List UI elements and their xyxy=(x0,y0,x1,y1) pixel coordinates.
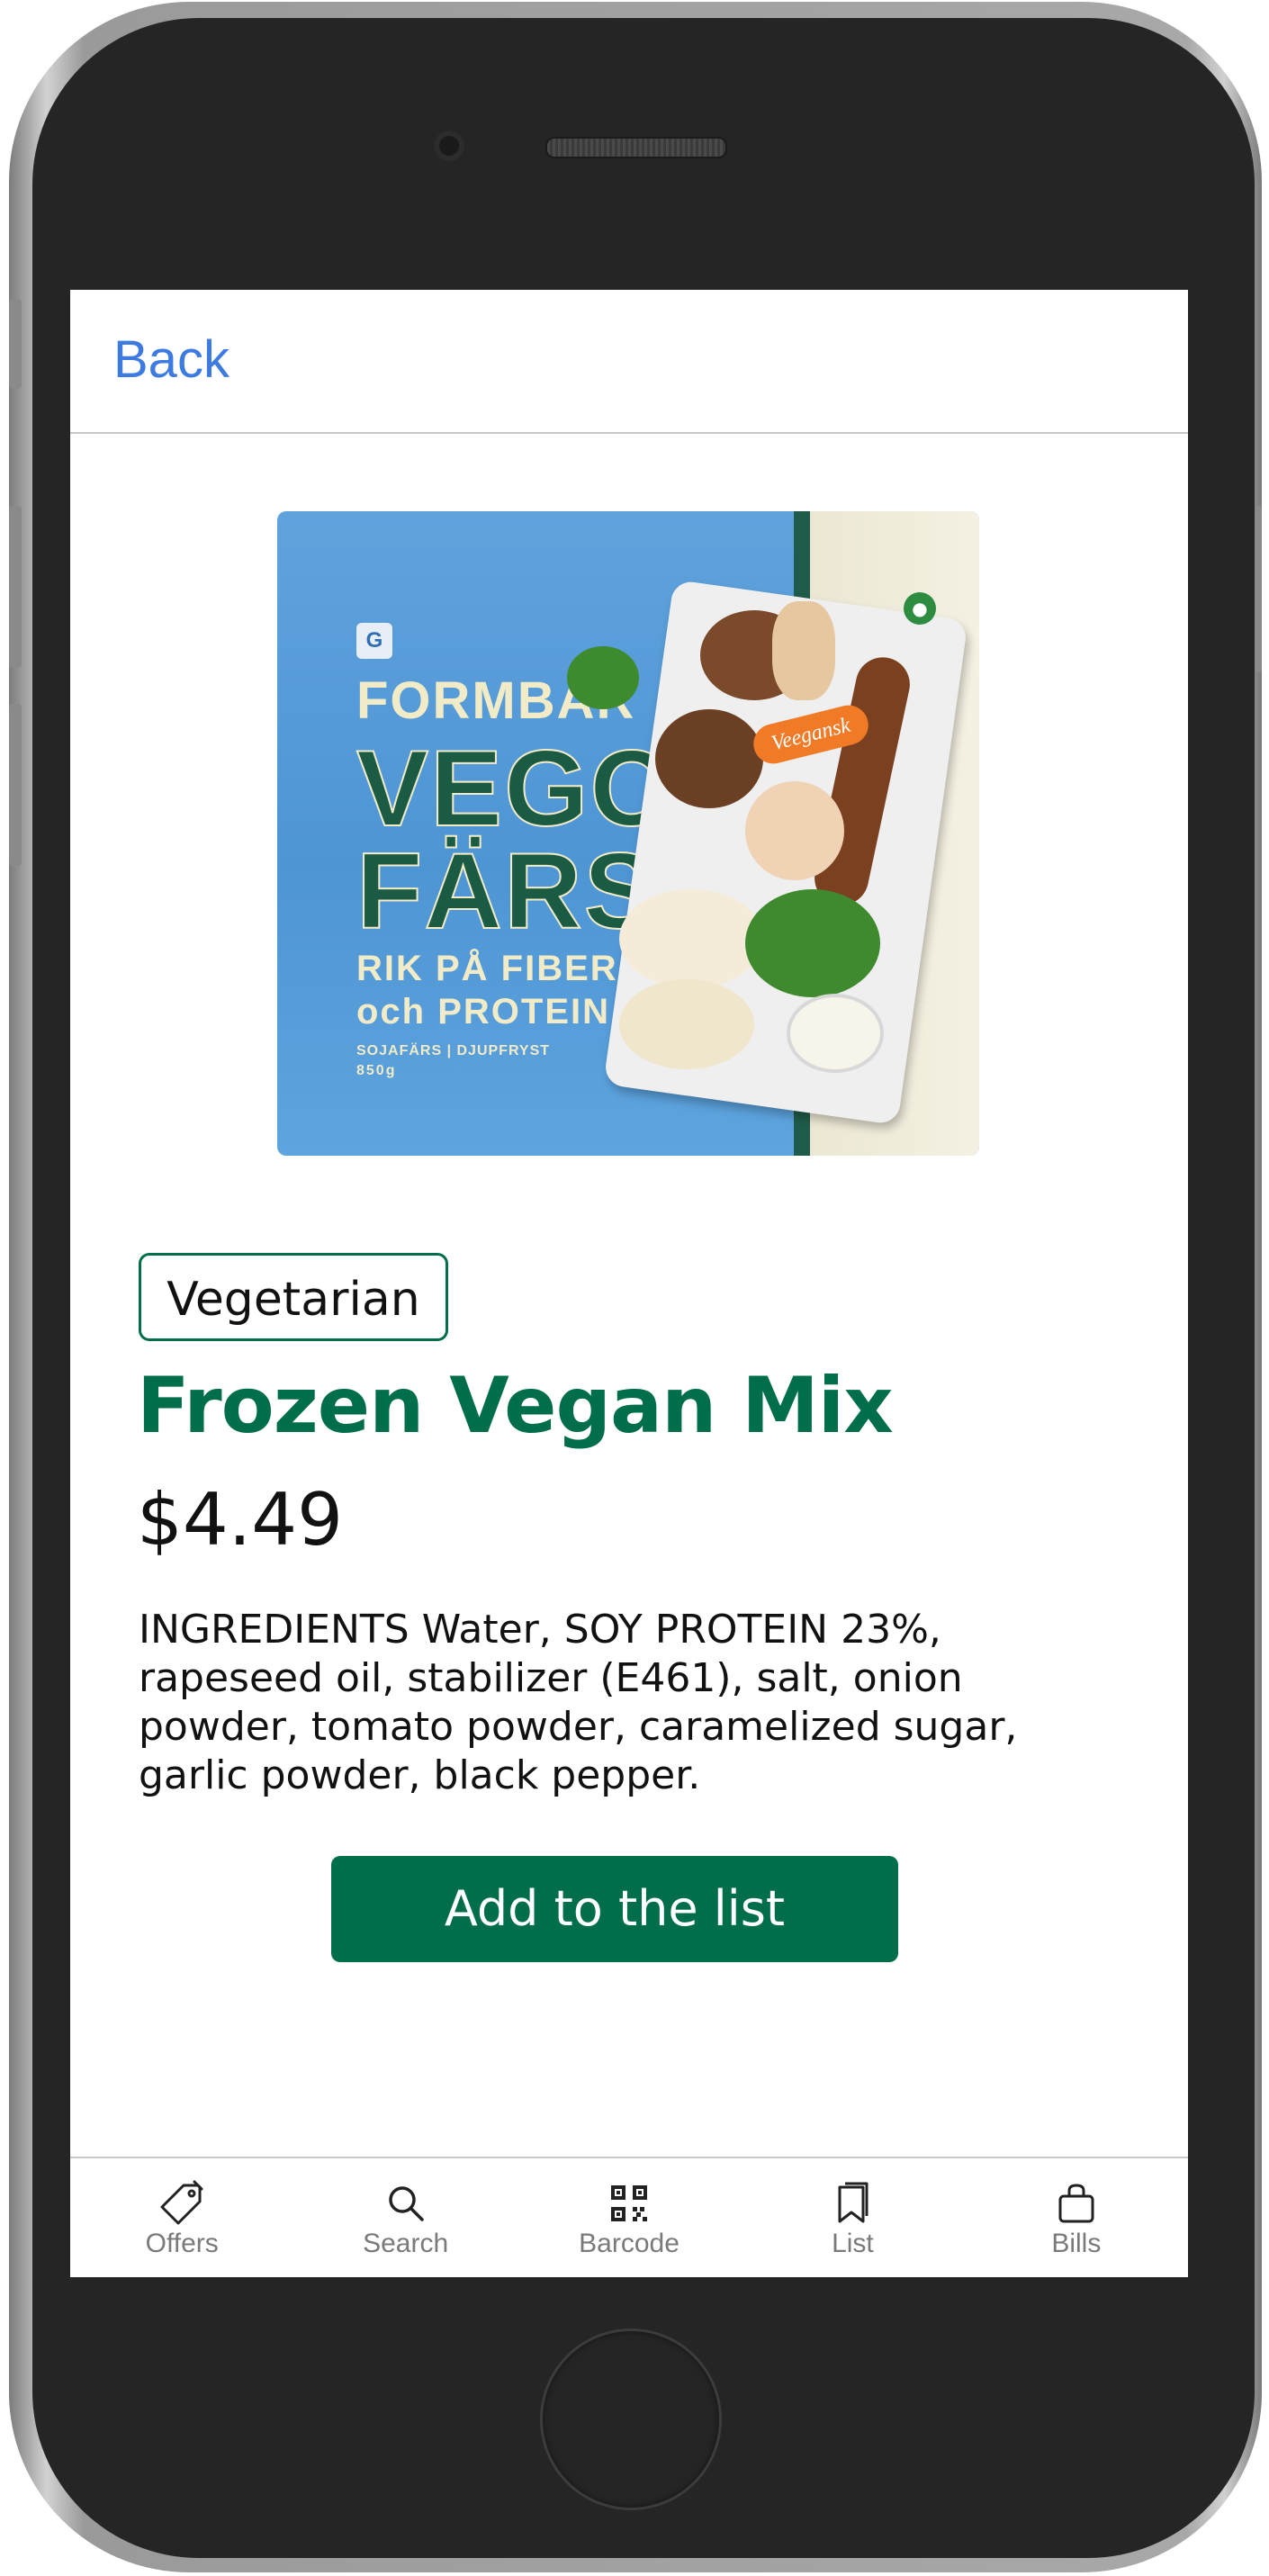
tab-list[interactable]: List xyxy=(741,2158,964,2277)
diet-badge: Vegetarian xyxy=(139,1253,448,1341)
qr-code-icon xyxy=(606,2180,652,2227)
taco xyxy=(619,889,763,988)
volume-up-button xyxy=(9,506,22,668)
home-button[interactable] xyxy=(543,2331,719,2508)
package-text: 850g xyxy=(356,1063,397,1078)
tab-label: Search xyxy=(363,2229,449,2258)
product-image: G FORMBAR VEGO FÄRS RIK PÅ FIBER och PRO… xyxy=(277,511,979,1156)
tab-offers[interactable]: Offers xyxy=(70,2158,293,2277)
product-title: Frozen Vegan Mix xyxy=(137,1361,894,1451)
tag-icon xyxy=(158,2180,205,2227)
tab-label: List xyxy=(832,2229,874,2258)
product-ingredients: INGREDIENTS Water, SOY PROTEIN 23%, rape… xyxy=(139,1607,1018,1798)
package-text: RIK PÅ FIBER xyxy=(356,949,618,988)
search-icon xyxy=(382,2180,429,2227)
bag-icon xyxy=(1053,2180,1100,2227)
tab-label: Offers xyxy=(145,2229,219,2258)
taco xyxy=(619,979,754,1069)
bookmark-icon xyxy=(829,2180,876,2227)
product-package: G FORMBAR VEGO FÄRS RIK PÅ FIBER och PRO… xyxy=(277,511,979,1156)
product-price: $4.49 xyxy=(137,1478,344,1562)
add-to-list-button[interactable]: Add to the list xyxy=(331,1856,898,1962)
bread-bun xyxy=(745,781,844,880)
tab-barcode[interactable]: Barcode xyxy=(518,2158,741,2277)
app-screen: Back G FORMBAR VEGO FÄRS RIK PÅ FIBER oc… xyxy=(70,290,1188,2277)
front-camera xyxy=(434,131,464,161)
bread-bun xyxy=(772,601,835,700)
parsley-garnish xyxy=(567,646,639,709)
burger-patty xyxy=(655,709,763,808)
volume-down-button xyxy=(9,704,22,866)
dip-bowl xyxy=(790,997,880,1069)
certification-icon: ● xyxy=(904,592,936,625)
package-text: VEGO xyxy=(356,728,676,849)
brand-logo: G xyxy=(356,623,392,659)
navigation-bar: Back xyxy=(70,290,1188,434)
tab-bar: Offers Search Barcode List Bills xyxy=(70,2157,1188,2277)
package-text: och PROTEIN xyxy=(356,992,611,1031)
package-text: FÄRS xyxy=(356,831,658,951)
tab-label: Barcode xyxy=(579,2229,680,2258)
tab-bills[interactable]: Bills xyxy=(965,2158,1188,2277)
herb-bunch xyxy=(745,889,880,997)
back-button[interactable]: Back xyxy=(113,329,230,390)
earpiece-speaker xyxy=(545,137,727,158)
tab-search[interactable]: Search xyxy=(293,2158,517,2277)
tab-label: Bills xyxy=(1051,2229,1102,2258)
package-text: SOJAFÄRS | DJUPFRYST xyxy=(356,1043,551,1058)
mute-switch xyxy=(9,299,22,389)
